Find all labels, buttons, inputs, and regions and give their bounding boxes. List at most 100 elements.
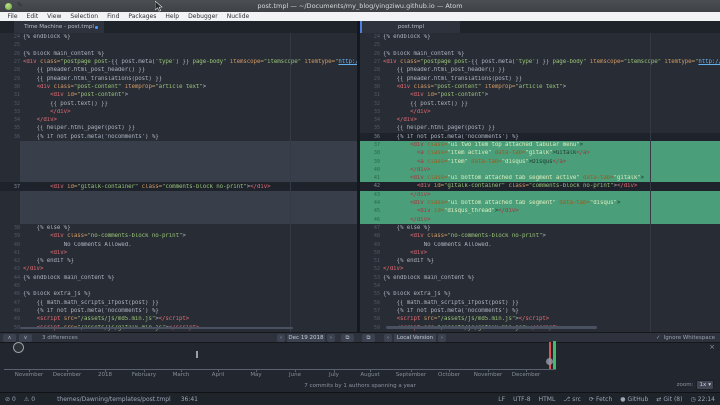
menu-file[interactable]: File [3,12,22,21]
code-line[interactable]: 49 No Comments Allowed. [360,240,720,248]
code-line[interactable]: 54 [360,282,720,290]
code-line[interactable]: 26{% block main_content %} [0,50,357,58]
code-line[interactable]: 46{% block extra_js %} [0,290,357,298]
code-line[interactable]: 28 {{ pheader.html_post_header() }} [0,66,357,74]
close-icon[interactable]: × [709,344,715,351]
code-line[interactable]: 25 [0,41,357,49]
editor-historical[interactable]: 24{% endblock %}2526{% block main_conten… [0,33,357,332]
code-line[interactable]: 33 </div> [360,108,720,116]
code-line[interactable]: 31 <div id="post-content"> [360,91,720,99]
code-line[interactable]: 39 <a class="item" data-tab="disqus">Dis… [360,157,720,165]
code-line[interactable]: 57 {% if not post.meta('nocomments') %} [360,307,720,315]
menu-debugger[interactable]: Debugger [184,12,223,21]
next-diff-button[interactable]: ∨ [19,334,32,342]
menu-find[interactable]: Find [103,12,124,21]
status-utf-8[interactable]: UTF-8 [513,396,531,403]
code-line[interactable]: 43</div> [0,265,357,273]
code-line[interactable]: 38 {% else %} [0,224,357,232]
code-line[interactable]: 37 <div class="ui two item top attached … [360,141,720,149]
code-line[interactable]: 45 <div id="disqus_thread"></div> [360,207,720,215]
status-22-14[interactable]: ◷22:14 [690,396,715,403]
code-line[interactable]: 37 <div id="gitalk-container" class="com… [0,182,357,190]
window-button[interactable] [5,3,12,10]
code-line[interactable]: 55{% block extra_js %} [360,290,720,298]
code-line[interactable]: 38 <a class="item active" data-tab="gita… [360,149,720,157]
additions-bar[interactable] [553,341,556,369]
code-line[interactable]: 42 {% endif %} [0,257,357,265]
commit-marker[interactable] [196,351,198,358]
code-line[interactable]: 53{% endblock main_content %} [360,274,720,282]
code-line[interactable]: 48 <div class="no-comments-block no-prin… [360,232,720,240]
code-line[interactable]: 26{% block main_content %} [360,50,720,58]
commit-bubble[interactable] [13,342,24,353]
code-line[interactable]: 43 </div> [360,191,720,199]
code-line[interactable]: 50 <div> [360,249,720,257]
menu-selection[interactable]: Selection [66,12,103,21]
selected-commit-dot[interactable] [546,358,553,365]
menu-view[interactable]: View [43,12,66,21]
status-fetch[interactable]: ⟳Fetch [589,396,612,403]
code-line[interactable]: 47 {{ math.math_scripts_ifpost(post) }} [0,299,357,307]
code-line[interactable]: 34 </div> [0,116,357,124]
warning-count[interactable]: ⚠ 0 [24,396,35,403]
code-line[interactable]: 41 <div> [0,249,357,257]
code-line[interactable]: 28 {{ pheader.html_post_header() }} [360,66,720,74]
code-line[interactable]: 47 {% else %} [360,224,720,232]
code-line[interactable]: 32 {{ post.text() }} [0,99,357,107]
code-line[interactable]: 25 [360,41,720,49]
prev-version-button[interactable]: ‹ [384,334,392,342]
prev-diff-button[interactable]: ∧ [3,334,16,342]
code-line[interactable]: 29 {{ pheader.html_translations(post) }} [360,74,720,82]
menu-edit[interactable]: Edit [22,12,43,21]
prev-commit-button[interactable]: ‹ [277,334,285,342]
next-commit-button[interactable]: › [327,334,335,342]
status-github[interactable]: ●GitHub [620,396,648,403]
code-line[interactable]: 40 No Comments Allowed. [0,240,357,248]
code-line[interactable]: 56 {{ math.math_scripts_ifpost(post) }} [360,299,720,307]
code-line[interactable]: 27<div class="postpage post-{{ post.meta… [0,58,357,66]
next-version-button[interactable]: › [438,334,446,342]
code-line[interactable]: 42 <div id="gitalk-container" class="com… [360,182,720,190]
menu-help[interactable]: Help [161,12,184,21]
zoom-select[interactable]: 1x ▾ [696,380,714,390]
code-line[interactable]: 41 <div class="ui bottom attached tab se… [360,174,720,182]
code-line[interactable]: 24{% endblock %} [360,33,720,41]
code-line[interactable]: 31 <div id="post-content"> [0,91,357,99]
revert-right-button[interactable]: ⧉ [362,334,375,342]
error-count[interactable]: ⊘ 0 [5,396,16,403]
code-line[interactable]: 36 {% if not post.meta('nocomments') %} [360,133,720,141]
code-line[interactable]: 29 {{ pheader.html_translations(post) }} [0,74,357,82]
code-line[interactable]: 36 {% if not post.meta('nocomments') %} [0,133,357,141]
code-line[interactable]: 52</div> [360,265,720,273]
code-line[interactable]: 45 [0,282,357,290]
code-line[interactable]: 44{% endblock main_content %} [0,274,357,282]
code-line[interactable]: 34 </div> [360,116,720,124]
code-line[interactable]: 30 <div class="post-content" itemprop="a… [0,83,357,91]
code-line[interactable]: 46 </div> [360,216,720,224]
code-line[interactable]: 33 </div> [0,108,357,116]
code-line[interactable]: 49 <script src="/assets/js/md5.min.js"><… [0,315,357,323]
ignore-whitespace-toggle[interactable]: ✓ Ignore Whitespace [656,335,715,341]
code-line[interactable]: 39 <div class="no-comments-block no-prin… [0,232,357,240]
code-line[interactable]: 48 {% if not post.meta('nocomments') %} [0,307,357,315]
code-line[interactable]: 44 <div class="ui bottom attached tab se… [360,199,720,207]
horizontal-scrollbar[interactable] [20,327,293,329]
menu-packages[interactable]: Packages [124,12,161,21]
code-line[interactable]: 24{% endblock %} [0,33,357,41]
code-line[interactable]: 32 {{ post.text() }} [360,99,720,107]
commit-timeline-plot[interactable]: × 7 commits by 1 authors spanning a year… [0,343,720,392]
code-line[interactable]: 40 </div> [360,166,720,174]
code-line[interactable]: 35 {{ helper.html_pager(post) }} [360,124,720,132]
status-git-8-[interactable]: ⇄Git (8) [656,396,682,403]
code-line[interactable]: 35 {{ helper.html_pager(post) }} [0,124,357,132]
menu-nuclide[interactable]: Nuclide [222,12,253,21]
cursor-position[interactable]: 36:41 [181,396,198,403]
tab-time-machine[interactable]: Time Machine - post.tmpl [14,21,104,33]
status-src[interactable]: ⎇src [563,396,581,403]
horizontal-scrollbar[interactable] [386,326,597,329]
status-html[interactable]: HTML [539,396,556,403]
file-path[interactable]: themes/Dawning/templates/post.tmpl [57,396,171,403]
status-lf[interactable]: LF [498,396,505,403]
code-line[interactable]: 51 {% endif %} [360,257,720,265]
editor-current[interactable]: 24{% endblock %}2526{% block main_conten… [360,33,720,332]
